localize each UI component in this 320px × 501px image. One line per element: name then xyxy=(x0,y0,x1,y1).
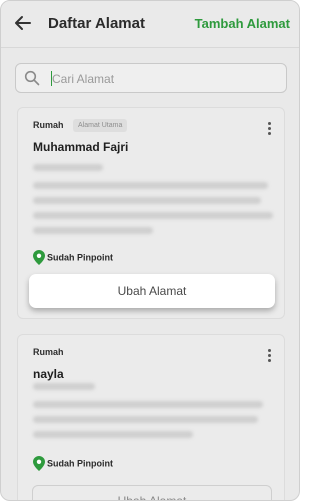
search-placeholder: Cari Alamat xyxy=(52,72,115,86)
search-icon xyxy=(24,70,40,86)
primary-address-badge: Alamat Utama xyxy=(73,119,128,132)
address-line-blurred xyxy=(33,227,153,234)
recipient-name: Muhammad Fajri xyxy=(33,140,129,154)
address-list-screen: Daftar Alamat Tambah Alamat Cari Alamat … xyxy=(0,0,300,501)
location-pin-icon xyxy=(33,456,45,471)
edit-address-button[interactable]: Ubah Alamat xyxy=(32,485,272,500)
address-line-blurred xyxy=(33,431,193,438)
address-line-blurred xyxy=(33,401,263,408)
address-line-blurred xyxy=(33,212,273,219)
add-address-button[interactable]: Tambah Alamat xyxy=(195,16,290,31)
address-line-blurred xyxy=(33,197,261,204)
address-line-blurred xyxy=(33,416,258,423)
more-vertical-icon[interactable] xyxy=(266,349,272,365)
pinpoint-label: Sudah Pinpoint xyxy=(47,458,113,469)
edit-address-button[interactable]: Ubah Alamat xyxy=(29,274,275,308)
back-arrow-icon[interactable] xyxy=(13,13,33,33)
pinpoint-label: Sudah Pinpoint xyxy=(47,252,113,263)
phone-number-blurred xyxy=(33,383,95,390)
location-pin-icon xyxy=(33,250,45,265)
recipient-name: nayla xyxy=(33,367,64,381)
address-card[interactable]: Rumah Alamat Utama Muhammad Fajri Sudah … xyxy=(17,107,285,319)
app-header: Daftar Alamat Tambah Alamat xyxy=(1,1,299,48)
address-label: Rumah xyxy=(33,120,64,130)
search-input[interactable]: Cari Alamat xyxy=(15,63,287,93)
address-card[interactable]: Rumah nayla Sudah Pinpoint Ubah Alamat xyxy=(17,334,285,500)
page-title: Daftar Alamat xyxy=(48,15,145,32)
address-label: Rumah xyxy=(33,347,64,357)
more-vertical-icon[interactable] xyxy=(266,122,272,138)
pinpoint-status: Sudah Pinpoint xyxy=(33,456,113,471)
pinpoint-status: Sudah Pinpoint xyxy=(33,250,113,265)
address-line-blurred xyxy=(33,182,268,189)
phone-number-blurred xyxy=(33,164,103,171)
